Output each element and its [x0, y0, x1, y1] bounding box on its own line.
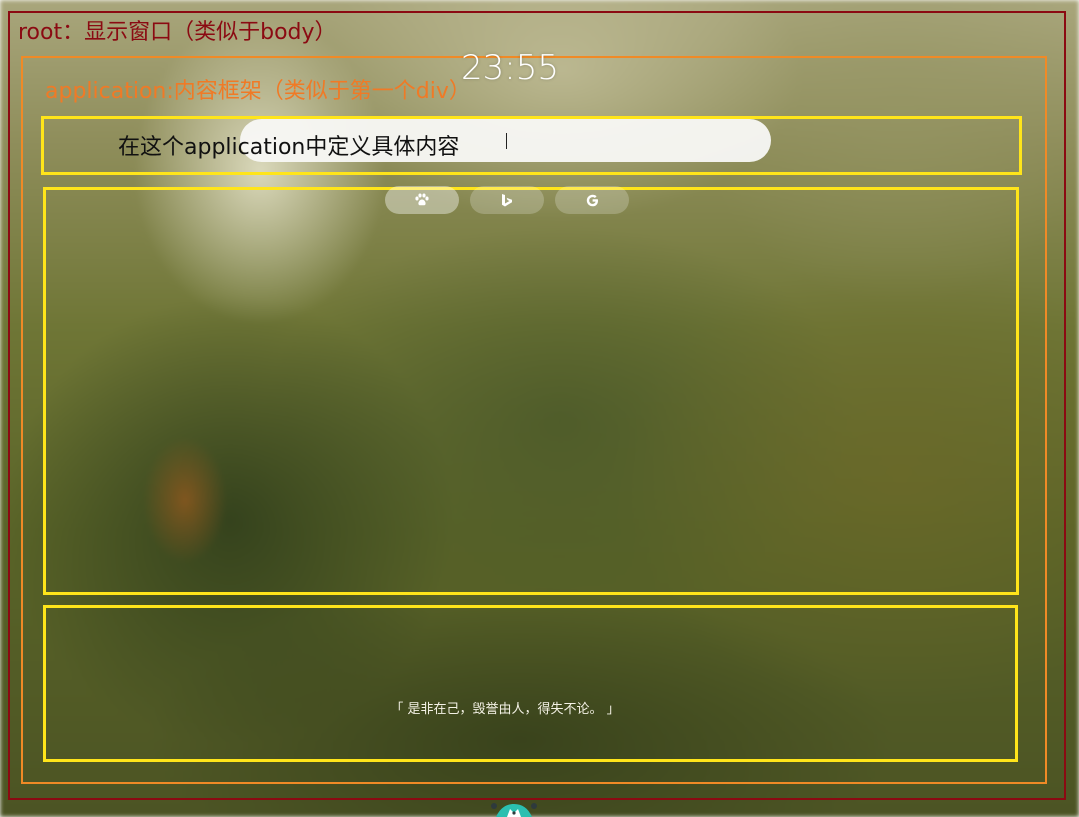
footer-quote: 「 是非在己，毁誉由人，得失不论。 」: [390, 702, 620, 717]
main-section-box: [43, 187, 1019, 595]
engine-button-baidu[interactable]: [385, 186, 459, 214]
text-caret: [506, 133, 507, 149]
google-icon: [586, 194, 598, 206]
footer-section-box: [43, 605, 1018, 762]
clock-time: 23:55: [461, 48, 559, 88]
application-content-label: 在这个application中定义具体内容: [118, 135, 460, 160]
engine-button-google[interactable]: [555, 186, 629, 214]
mascot-icon: [491, 803, 537, 817]
engine-button-bing[interactable]: [470, 186, 544, 214]
search-engine-switcher: [385, 186, 629, 214]
root-frame-label: root：显示窗口（类似于body）: [18, 20, 337, 45]
application-frame-label: application:内容框架（类似于第一个div）: [45, 79, 471, 104]
paw-icon: [415, 193, 429, 206]
bing-icon: [502, 193, 512, 206]
